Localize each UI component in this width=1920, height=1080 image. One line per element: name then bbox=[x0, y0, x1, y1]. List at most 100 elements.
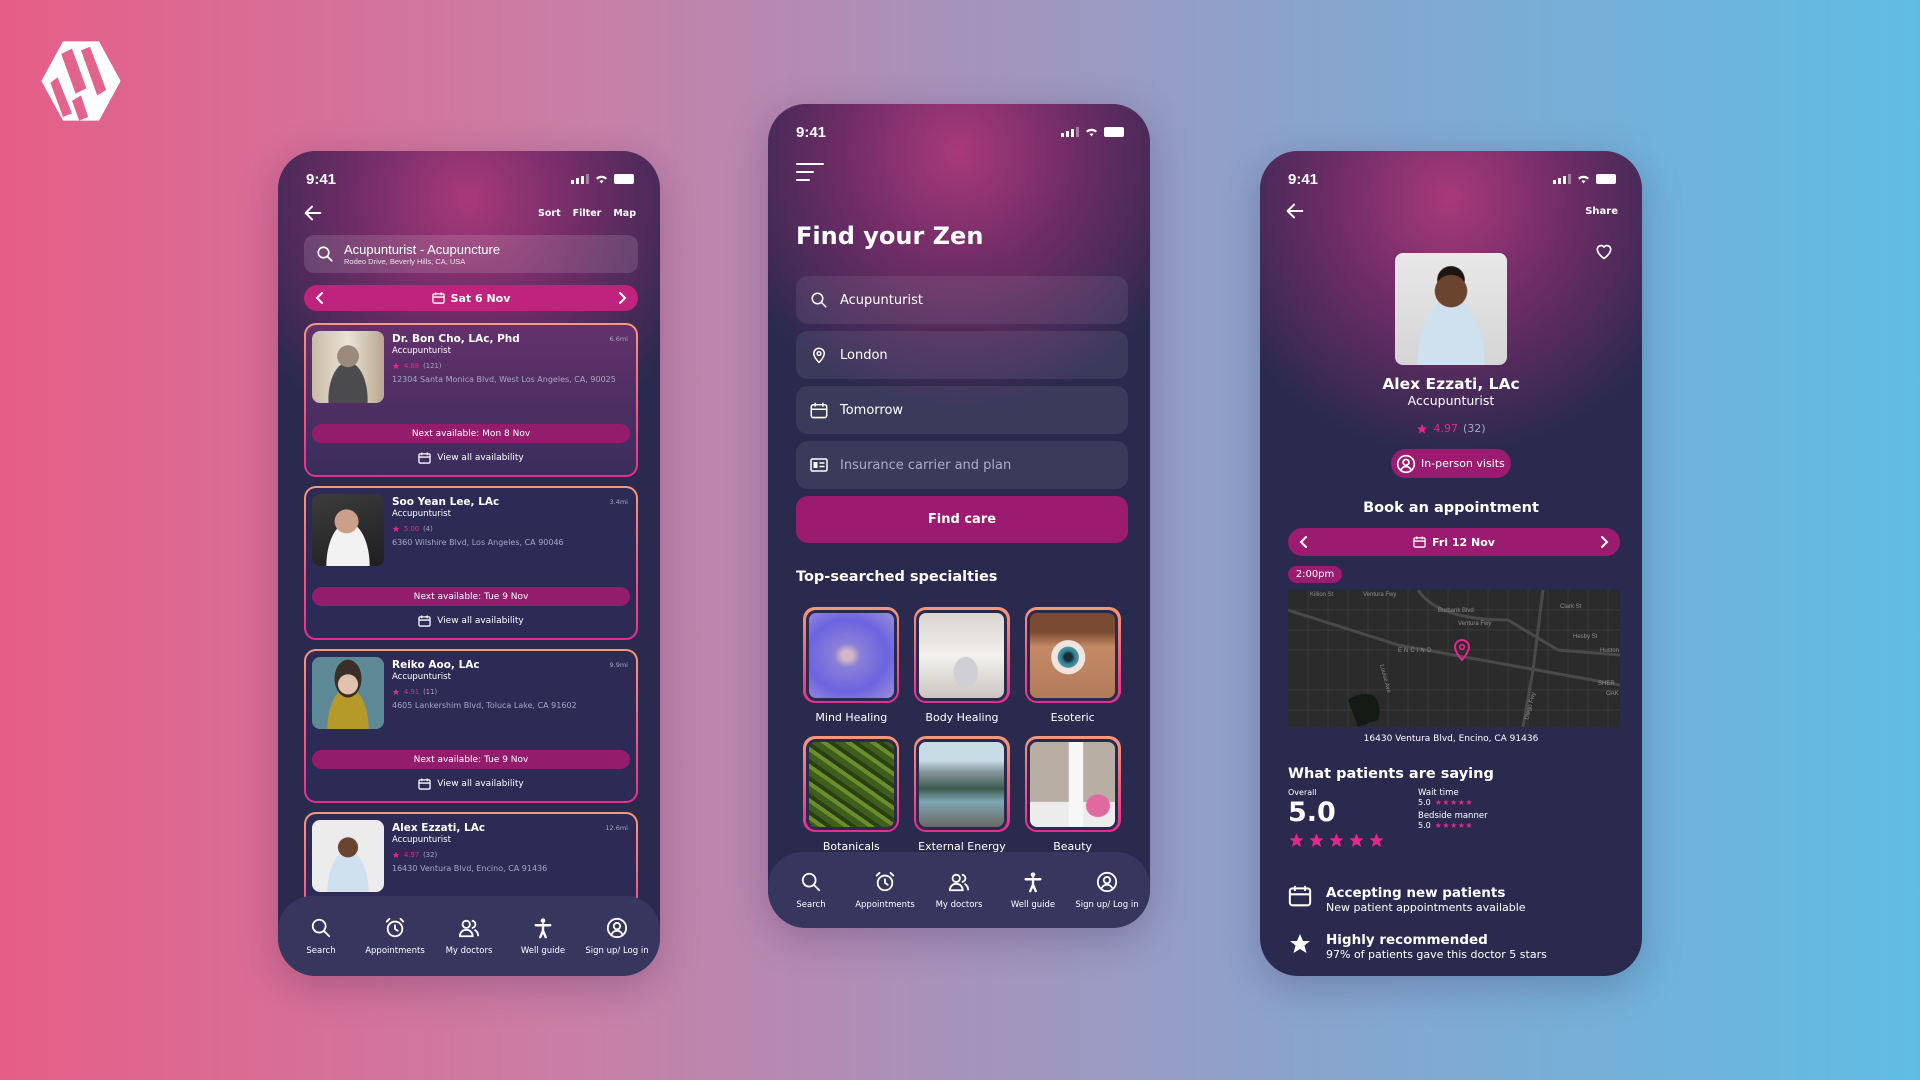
chevron-right-icon[interactable] bbox=[616, 292, 628, 304]
doctor-card[interactable]: Reiko Aoo, LAc Accupunturist 4.91 (11) 4… bbox=[304, 649, 638, 803]
alarm-clock-icon bbox=[385, 917, 405, 937]
date-input[interactable]: Tomorrow bbox=[796, 386, 1128, 434]
status-bar: 9:41 bbox=[1260, 151, 1642, 191]
star-icon bbox=[1369, 833, 1384, 847]
feature-accepting-new-patients: Accepting new patients New patient appoi… bbox=[1288, 885, 1642, 914]
time-slot-button[interactable]: 2:00pm bbox=[1288, 566, 1342, 583]
specialty-image bbox=[803, 607, 900, 703]
doctor-distance: 3.4mi bbox=[609, 498, 628, 506]
nav-appointments[interactable]: Appointments bbox=[849, 871, 921, 910]
specialty-mind-healing[interactable]: Mind Healing bbox=[796, 607, 907, 724]
sort-button[interactable]: Sort bbox=[538, 208, 561, 219]
star-icon bbox=[1329, 833, 1344, 847]
arrow-left-icon[interactable] bbox=[302, 202, 324, 224]
status-icons bbox=[571, 174, 634, 184]
find-care-button[interactable]: Find care bbox=[796, 496, 1128, 543]
search-icon bbox=[317, 246, 333, 262]
search-results-screen: 9:41 Sort Filter Map Acupunturist - Acup… bbox=[278, 151, 660, 976]
date-selector: Fri 12 Nov bbox=[1288, 528, 1620, 556]
specialties-grid: Mind Healing Body Healing Esoteric Botan… bbox=[796, 607, 1128, 853]
filter-button[interactable]: Filter bbox=[573, 208, 602, 219]
nav-search[interactable]: Search bbox=[775, 871, 847, 910]
calendar-icon bbox=[431, 292, 445, 304]
signal-icon bbox=[1061, 127, 1079, 137]
nav-sign-up-log-in[interactable]: Sign up/ Log in bbox=[1071, 871, 1143, 910]
next-available-button[interactable]: Next available: Tue 9 Nov bbox=[312, 587, 630, 606]
map-label: Hesby St bbox=[1573, 634, 1598, 640]
chevron-right-icon[interactable] bbox=[1598, 536, 1610, 548]
nav-my-doctors[interactable]: My doctors bbox=[923, 871, 995, 910]
calendar-icon bbox=[1288, 885, 1312, 907]
status-icons bbox=[1553, 174, 1616, 184]
doctor-distance: 9.9mi bbox=[609, 661, 628, 669]
reviews-title: What patients are saying bbox=[1288, 766, 1494, 782]
location-input[interactable]: London bbox=[796, 331, 1128, 379]
star-icon bbox=[1290, 934, 1310, 953]
chevron-left-icon[interactable] bbox=[1298, 536, 1310, 548]
doctor-address: 6360 Wilshire Blvd, Los Angeles, CA 9004… bbox=[392, 538, 564, 547]
next-available-button[interactable]: Next available: Tue 9 Nov bbox=[312, 750, 630, 769]
search-location: Rodeo Drive, Beverly Hills, CA, USA bbox=[344, 257, 466, 266]
specialty-external-energy[interactable]: External Energy bbox=[907, 736, 1018, 853]
menu-icon[interactable] bbox=[796, 162, 824, 182]
view-all-availability-link[interactable]: View all availability bbox=[312, 778, 630, 790]
profile-header: Share bbox=[1260, 191, 1642, 225]
signal-icon bbox=[1553, 174, 1571, 184]
status-bar: 9:41 bbox=[768, 104, 1150, 144]
doctor-specialty: Accupunturist bbox=[392, 835, 451, 845]
view-all-availability-link[interactable]: View all availability bbox=[312, 615, 630, 627]
chevron-left-icon[interactable] bbox=[314, 292, 326, 304]
location-map[interactable]: Killion St Ventura Fwy Burbank Blvd Vent… bbox=[1288, 590, 1620, 727]
alarm-clock-icon bbox=[875, 871, 895, 891]
nav-sign-up-log-in[interactable]: Sign up/ Log in bbox=[581, 917, 653, 956]
heart-icon[interactable] bbox=[1594, 241, 1614, 261]
next-available-button[interactable]: Next available: Mon 8 Nov bbox=[312, 424, 630, 443]
insurance-input[interactable]: Insurance carrier and plan bbox=[796, 441, 1128, 489]
specialty-beauty[interactable]: Beauty bbox=[1017, 736, 1128, 853]
search-icon bbox=[311, 918, 331, 937]
star-icons: ★★★★★ bbox=[1434, 821, 1474, 830]
search-summary-bar[interactable]: Acupunturist - Acupuncture Rodeo Drive, … bbox=[304, 235, 638, 273]
map-label: Ventura Fwy bbox=[1458, 621, 1491, 627]
map-button[interactable]: Map bbox=[613, 208, 636, 219]
arrow-left-icon[interactable] bbox=[1284, 200, 1306, 222]
doctor-profile-screen: 9:41 Share Alex Ezzati, LAc Accupunturis… bbox=[1260, 151, 1642, 976]
nav-search[interactable]: Search bbox=[285, 917, 357, 956]
doctor-address: 16430 Ventura Blvd, Encino, CA 91436 bbox=[392, 864, 548, 873]
wait-time-score: 5.0 ★★★★★ bbox=[1418, 798, 1474, 807]
specialty-esoteric[interactable]: Esoteric bbox=[1017, 607, 1128, 724]
star-icon bbox=[1349, 833, 1364, 847]
selected-date: Sat 6 Nov bbox=[450, 291, 511, 305]
view-all-availability-link[interactable]: View all availability bbox=[312, 452, 630, 464]
nav-well-guide[interactable]: Well guide bbox=[507, 917, 579, 956]
hexagon-hv-logo-icon bbox=[41, 41, 121, 121]
doctor-rating: 4.88 (121) bbox=[392, 362, 630, 370]
map-label: Burbank Blvd bbox=[1438, 608, 1474, 614]
doctor-specialty: Accupunturist bbox=[392, 509, 451, 519]
doctor-avatar bbox=[312, 331, 384, 403]
specialty-body-healing[interactable]: Body Healing bbox=[907, 607, 1018, 724]
doctor-distance: 12.6mi bbox=[605, 824, 628, 832]
specialty-input[interactable]: Acupunturist bbox=[796, 276, 1128, 324]
nav-my-doctors[interactable]: My doctors bbox=[433, 917, 505, 956]
specialty-botanicals[interactable]: Botanicals bbox=[796, 736, 907, 853]
nav-appointments[interactable]: Appointments bbox=[359, 917, 431, 956]
search-query: Acupunturist - Acupuncture bbox=[344, 242, 501, 257]
doctor-name: Alex Ezzati, LAc bbox=[392, 822, 486, 834]
share-button[interactable]: Share bbox=[1585, 206, 1618, 217]
person-standing-icon bbox=[1024, 871, 1042, 892]
search-icon bbox=[801, 872, 821, 891]
feature-highly-recommended: Highly recommended 97% of patients gave … bbox=[1288, 932, 1642, 961]
star-icon bbox=[1417, 423, 1428, 433]
overall-label: Overall bbox=[1288, 788, 1317, 797]
doctor-card[interactable]: Dr. Bon Cho, LAc, Phd Accupunturist 4.88… bbox=[304, 323, 638, 477]
in-person-visits-badge[interactable]: In-person visits bbox=[1391, 449, 1511, 478]
wifi-icon bbox=[1086, 128, 1097, 137]
header-actions: Sort Filter Map bbox=[538, 208, 636, 219]
date-selector: Sat 6 Nov bbox=[304, 285, 638, 311]
doctor-avatar bbox=[312, 657, 384, 729]
doctor-card[interactable]: Soo Yean Lee, LAc Accupunturist 5.00 (4)… bbox=[304, 486, 638, 640]
star-icon bbox=[1309, 833, 1324, 847]
nav-well-guide[interactable]: Well guide bbox=[997, 871, 1069, 910]
doctor-rating: 4.97 (32) bbox=[1260, 422, 1642, 435]
